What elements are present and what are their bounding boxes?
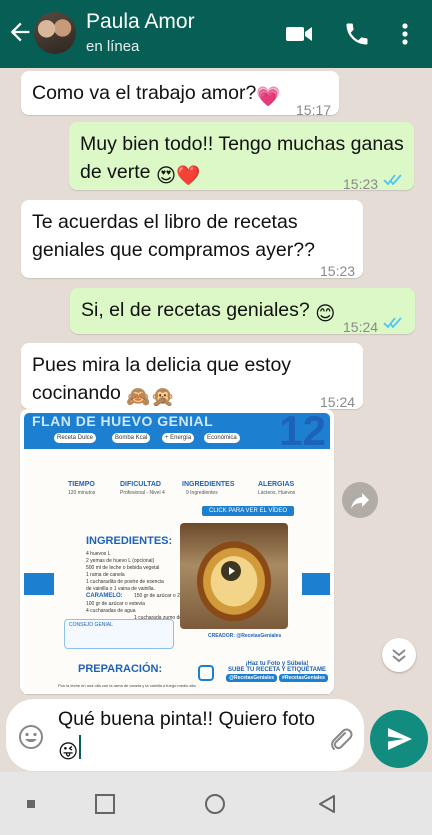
foto-tag: @RecetasGeniales [226, 674, 278, 682]
consejo-title: CONSEJO GENIAL [69, 622, 113, 628]
text-caret [79, 735, 82, 759]
emoji-icon[interactable] [18, 724, 44, 750]
stat-sub: 120 minutos [68, 490, 96, 496]
stat-sub: 9 Ingredientes [186, 490, 218, 496]
read-ticks-icon [383, 317, 402, 329]
contact-name[interactable]: Paula Amor [86, 10, 195, 34]
back-arrow-icon[interactable] [6, 18, 34, 46]
contact-avatar[interactable] [34, 12, 76, 54]
message-time: 15:23 [343, 176, 379, 192]
instagram-icon [198, 665, 214, 681]
ingredient-line: 1 rama de canela [86, 572, 125, 578]
ingredient-line: 500 ml de leche o bebida vegetal [86, 565, 160, 571]
send-button[interactable] [370, 710, 428, 768]
ingredient-line: 1 cucharadita de postre de esencia [86, 579, 164, 585]
recipe-pill: Bomba Kcal [112, 433, 151, 443]
smiling-emoji: 😊 [315, 303, 336, 325]
upload-photo-box: ¡Haz tu Foto y Súbela! SUBE TU RECETA Y … [224, 661, 330, 691]
caramelo-line: 100 gr de azúcar o estevia [86, 601, 145, 607]
contact-status: en línea [86, 38, 140, 55]
chat-header: Paula Amor en línea [0, 0, 432, 68]
creador-label: CREADOR: @RecetasGeniales [208, 633, 282, 639]
recipe-number: 12 [279, 413, 326, 454]
pink-heart-emoji: 💗 [256, 86, 281, 108]
ingredient-line: 4 huevos L [86, 551, 111, 557]
stat-sub: Profesional - Nivel 4 [120, 490, 165, 496]
message-composer[interactable]: Qué buena pinta!! Quiero foto 😜 [6, 699, 364, 771]
stat-label: ALERGIAS [258, 481, 295, 488]
recipe-image[interactable]: FLAN DE HUEVO GENIAL 12 Receta Dulce Bom… [24, 413, 330, 694]
message-input[interactable]: Qué buena pinta!! Quiero foto 😜 [58, 705, 318, 767]
send-icon [388, 728, 412, 750]
more-vertical-icon[interactable] [392, 20, 418, 48]
phone-icon[interactable] [342, 20, 372, 48]
stat-label: INGREDIENTES [182, 481, 235, 488]
system-navigation-bar [0, 772, 432, 835]
recents-icon[interactable] [26, 799, 36, 809]
recipe-stripe [24, 573, 54, 595]
caramelo-title: CARAMELO: [86, 593, 123, 599]
message-bubble[interactable]: Como va el trabajo amor?💗 15:17 [21, 71, 339, 118]
home-icon[interactable] [204, 793, 226, 815]
read-ticks-icon [383, 174, 402, 186]
message-time: 15:24 [343, 319, 379, 335]
foto-tag: #RecetasGeniales [279, 674, 328, 682]
message-bubble[interactable]: Si, el de recetas geniales? 😊 15:24 [70, 288, 415, 335]
double-chevron-down-icon [392, 649, 406, 663]
attach-icon[interactable] [326, 724, 354, 752]
heart-eyes-emoji: 😍❤️ [155, 165, 201, 187]
message-bubble[interactable]: Te acuerdas el libro de recetas geniales … [21, 200, 363, 279]
image-message[interactable]: FLAN DE HUEVO GENIAL 12 Receta Dulce Bom… [20, 409, 334, 694]
message-text: Si, el de recetas geniales? 😊 [81, 296, 336, 328]
video-call-icon[interactable] [284, 20, 314, 48]
message-time: 15:23 [320, 263, 356, 279]
scroll-down-button[interactable] [382, 638, 416, 672]
recipe-stripe [302, 573, 330, 595]
monkey-emoji: 🙈🙊 [126, 386, 175, 408]
ingredient-line: de vainilla o 1 vaina de vainilla. [86, 586, 155, 592]
message-bubble[interactable]: Pues mira la delicia que estoy cocinando … [21, 343, 363, 411]
recipe-banner: FLAN DE HUEVO GENIAL 12 Receta Dulce Bom… [24, 413, 330, 454]
forward-button[interactable] [342, 482, 378, 518]
stat-sub: Lácteos, Huevos [258, 490, 296, 496]
overview-icon[interactable] [94, 793, 116, 815]
message-time: 15:17 [296, 102, 332, 118]
winking-tongue-emoji: 😜 [58, 741, 79, 763]
message-text: Te acuerdas el libro de recetas geniales … [32, 211, 315, 261]
recipe-pill: Receta Dulce [54, 433, 97, 443]
recipe-pill: Económica [204, 433, 240, 443]
caramelo-line: 4 cucharadas de agua [86, 608, 136, 614]
ingredients-title: INGREDIENTES: [86, 535, 173, 547]
chat-area[interactable]: Como va el trabajo amor?💗 15:17 Muy bien… [0, 68, 432, 770]
video-link-label: CLICK PARA VER EL VÍDEO [202, 506, 294, 516]
preparation-title: PREPARACIÓN: [78, 663, 163, 675]
forward-icon [351, 493, 369, 509]
message-text: Como va el trabajo amor?💗 [32, 79, 281, 111]
play-icon [221, 561, 241, 581]
ingredient-line: 2 yemas de huevo L (opcional) [86, 558, 155, 564]
preparation-step: Pon la leche en una olla con la rama de … [58, 683, 197, 688]
stat-label: TIEMPO [68, 481, 95, 488]
recipe-title: FLAN DE HUEVO GENIAL [32, 413, 214, 429]
stat-label: DIFICULTAD [120, 481, 161, 488]
consejo-box: CONSEJO GENIAL [64, 619, 174, 649]
back-icon[interactable] [316, 793, 338, 815]
message-text: Pues mira la delicia que estoy cocinando … [32, 351, 291, 411]
recipe-pill: + Energía [162, 433, 195, 443]
message-bubble[interactable]: Muy bien todo!! Tengo muchas ganas de ver… [69, 122, 414, 192]
foto-sub: SUBE TU RECETA Y ETIQUÉTAME [227, 667, 326, 673]
